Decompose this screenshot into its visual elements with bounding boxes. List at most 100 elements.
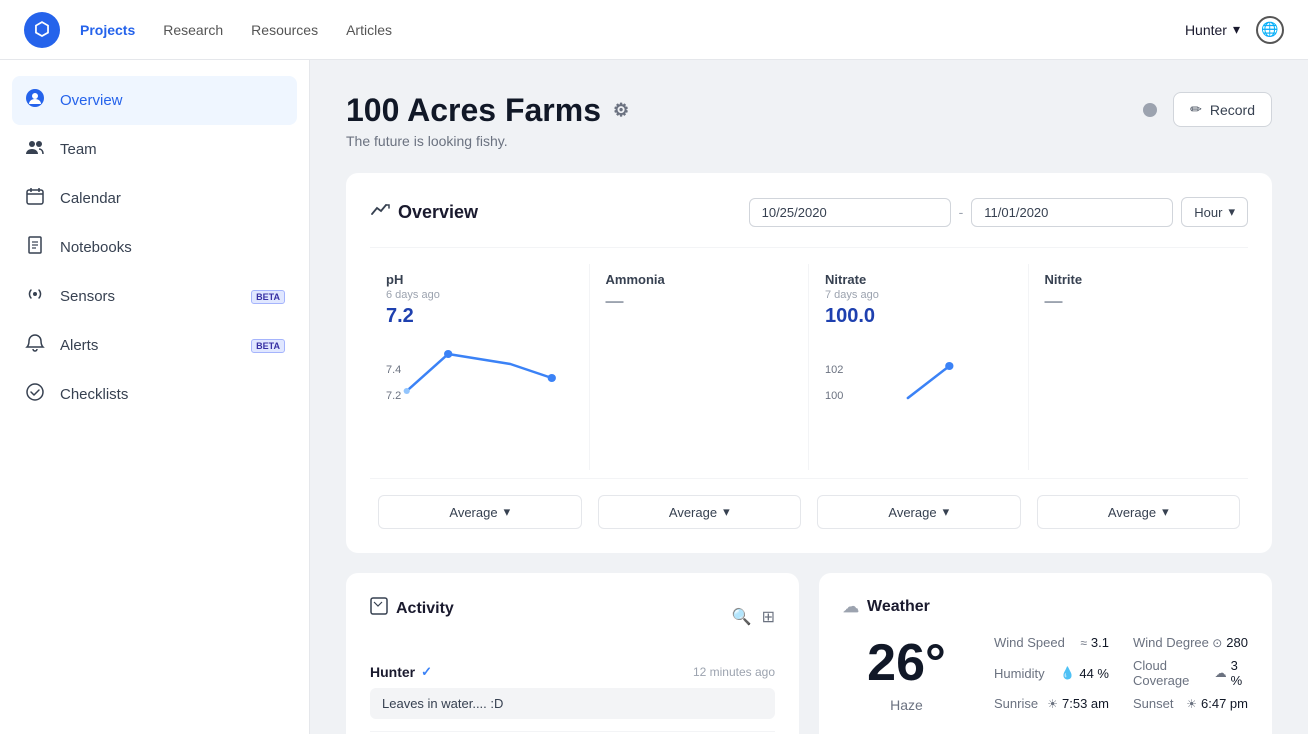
date-start-input[interactable] [749,198,951,227]
nav-research[interactable]: Research [163,22,223,38]
notebooks-icon [24,235,46,260]
humidity-label: Humidity [994,666,1045,681]
nav-resources[interactable]: Resources [251,22,318,38]
weather-humidity: Humidity 💧 44 % [994,656,1109,690]
avg-row: Average ▾ Average ▾ Average ▾ Average ▾ [370,478,1248,529]
date-end-input[interactable] [971,198,1173,227]
sidebar-item-checklists[interactable]: Checklists [0,370,309,419]
nav-right: Hunter ▾ 🌐 [1185,16,1284,44]
ph-time: 6 days ago [386,289,573,301]
chevron-down-icon: ▾ [1233,21,1240,38]
layout-icon[interactable]: ⊞ [762,607,775,627]
overview-card: Overview - Hour ▾ pH 6 days ago [346,173,1272,553]
team-icon [24,137,46,162]
sunset-icon: ☀ [1186,697,1197,711]
droplet-icon: 💧 [1060,666,1075,680]
alerts-icon [24,333,46,358]
activity-actions: 🔍 ⊞ [732,607,775,627]
nav-links: Projects Research Resources Articles [80,22,1185,38]
ammonia-label: Ammonia [606,272,793,287]
date-controls: - Hour ▾ [749,197,1248,227]
activity-icon [370,597,388,620]
weather-main: 26° Haze [843,633,970,713]
activity-card: Activity 🔍 ⊞ Hunter ✓ 12 minutes ago [346,573,799,734]
sunset-value: ☀ 6:47 pm [1186,696,1248,711]
globe-icon[interactable]: 🌐 [1256,16,1284,44]
sidebar: Overview Team Calendar Notebooks Sensors [0,60,310,734]
chart-icon [370,200,390,225]
weather-wind-degree: Wind Degree ⊙ 280 [1133,633,1248,652]
page-title: 100 Acres Farms ⚙ [346,92,1143,129]
metric-nitrite: Nitrite — [1029,264,1249,470]
nitrate-chart [825,336,1012,416]
nitrite-value: — [1045,291,1233,312]
activity-user-0: Hunter ✓ [370,664,432,680]
weather-description: Haze [890,697,923,713]
sidebar-item-sensors[interactable]: Sensors BETA [0,272,309,321]
sidebar-item-alerts[interactable]: Alerts BETA [0,321,309,370]
sidebar-item-team[interactable]: Team [0,125,309,174]
wind-degree-value: ⊙ 280 [1212,635,1248,650]
weather-sunset: Sunset ☀ 6:47 pm [1133,694,1248,713]
activity-message-0: Leaves in water.... :D [370,688,775,719]
ammonia-value: — [606,291,793,312]
avg-ammonia-button[interactable]: Average ▾ [598,495,802,529]
ammonia-chart [606,320,793,400]
sidebar-item-notebooks[interactable]: Notebooks [0,223,309,272]
period-select[interactable]: Hour ▾ [1181,197,1248,227]
avg-ph-button[interactable]: Average ▾ [378,495,582,529]
ph-chart [386,336,573,416]
search-icon[interactable]: 🔍 [732,607,752,627]
settings-icon[interactable]: ⚙ [613,100,629,121]
sidebar-item-overview[interactable]: Overview [12,76,297,125]
cloud-small-icon: ☁ [1215,666,1227,680]
sunrise-value: ☀ 7:53 am [1047,696,1109,711]
sensors-beta-badge: BETA [251,290,285,304]
cloud-coverage-label: Cloud Coverage [1133,658,1215,688]
nav-projects[interactable]: Projects [80,22,135,38]
user-menu[interactable]: Hunter ▾ [1185,21,1240,38]
nitrite-chart [1045,320,1233,400]
nitrite-label: Nitrite [1045,272,1233,287]
avg-nitrite-button[interactable]: Average ▾ [1037,495,1241,529]
checklists-icon [24,382,46,407]
check-icon: ✓ [421,664,432,680]
humidity-value: 💧 44 % [1060,666,1109,681]
sunrise-icon: ☀ [1047,697,1058,711]
metric-nitrate: Nitrate 7 days ago 100.0 102 100 [809,264,1029,470]
record-button[interactable]: ✏ Record [1173,92,1272,127]
sidebar-label-alerts: Alerts [60,337,98,354]
status-dot [1143,103,1157,117]
sensors-icon [24,284,46,309]
sidebar-label-notebooks: Notebooks [60,239,132,256]
sunset-label: Sunset [1133,696,1173,711]
nav-articles[interactable]: Articles [346,22,392,38]
chevron-down-icon: ▾ [1228,204,1235,220]
activity-time-0: 12 minutes ago [693,665,775,679]
activity-entry-0: Hunter ✓ 12 minutes ago Leaves in water.… [370,652,775,732]
overview-header: Overview - Hour ▾ [370,197,1248,227]
nitrate-time: 7 days ago [825,289,1012,301]
chevron-down-icon: ▾ [943,504,950,520]
wind-icon: ≈ [1080,636,1087,650]
app-logo[interactable]: ⬡ [24,12,60,48]
top-navigation: ⬡ Projects Research Resources Articles H… [0,0,1308,60]
sidebar-item-calendar[interactable]: Calendar [0,174,309,223]
ph-label: pH [386,272,573,287]
page-header-left: 100 Acres Farms ⚙ The future is looking … [346,92,1143,149]
alerts-beta-badge: BETA [251,339,285,353]
weather-sunrise: Sunrise ☀ 7:53 am [994,694,1109,713]
chevron-down-icon: ▾ [1162,504,1169,520]
compass-icon: ⊙ [1212,636,1222,650]
sunrise-label: Sunrise [994,696,1038,711]
avg-nitrate-button[interactable]: Average ▾ [817,495,1021,529]
weather-card: ☁ Weather 26° Haze Wind Speed ≈ 3.1 [819,573,1272,734]
main-content: 100 Acres Farms ⚙ The future is looking … [310,60,1308,734]
date-separator: - [959,204,964,220]
nitrate-label: Nitrate [825,272,1012,287]
ph-value: 7.2 [386,305,573,328]
nitrate-value: 100.0 [825,305,1012,328]
sidebar-label-team: Team [60,141,97,158]
chevron-down-icon: ▾ [723,504,730,520]
activity-title: Activity [370,597,454,620]
